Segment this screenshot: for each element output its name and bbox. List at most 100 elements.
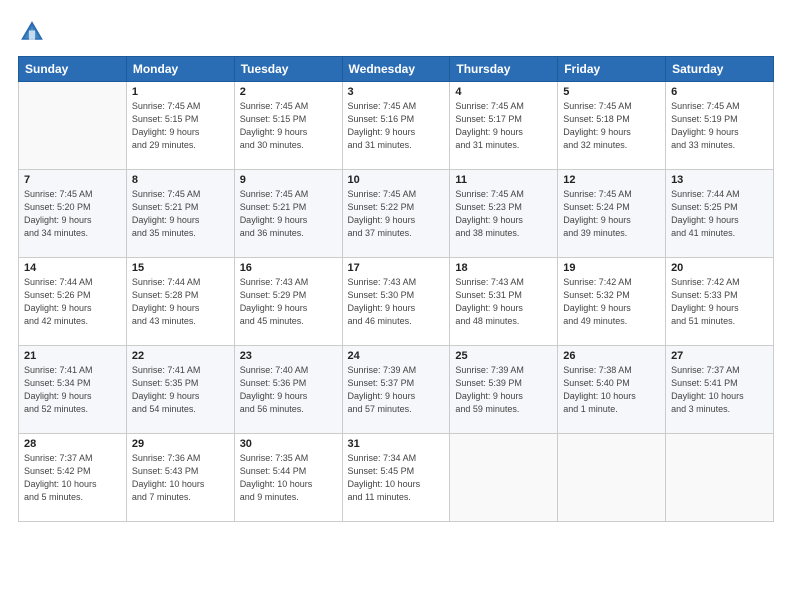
day-number: 16 [240, 262, 337, 274]
day-info: Sunrise: 7:43 AM Sunset: 5:29 PM Dayligh… [240, 276, 337, 328]
calendar-cell: 3Sunrise: 7:45 AM Sunset: 5:16 PM Daylig… [342, 82, 450, 170]
week-row-4: 28 Sunrise: 7:37 AM Sunset: 5:42 PM Dayli… [19, 434, 774, 522]
calendar-cell: 23 Sunrise: 7:40 AM Sunset: 5:36 PM Dayli… [234, 346, 342, 434]
calendar-cell [19, 82, 127, 170]
day-info: Sunrise: 7:43 AM Sunset: 5:30 PM Dayligh… [348, 276, 445, 328]
day-number: 7 [24, 174, 121, 186]
day-number: 31 [348, 438, 445, 450]
day-number: 19 [563, 262, 660, 274]
calendar-cell [666, 434, 774, 522]
day-info: Sunrise: 7:35 AM Sunset: 5:44 PM Dayligh… [240, 452, 337, 504]
day-number: 13 [671, 174, 768, 186]
day-number: 29 [132, 438, 229, 450]
day-info: Sunrise: 7:38 AM Sunset: 5:40 PM Dayligh… [563, 364, 660, 416]
day-info: Sunrise: 7:45 AM Sunset: 5:17 PM Dayligh… [455, 100, 552, 152]
calendar-cell: 26 Sunrise: 7:38 AM Sunset: 5:40 PM Dayli… [558, 346, 666, 434]
calendar-table: SundayMondayTuesdayWednesdayThursdayFrid… [18, 56, 774, 522]
weekday-header-tuesday: Tuesday [234, 57, 342, 82]
day-info: Sunrise: 7:43 AM Sunset: 5:31 PM Dayligh… [455, 276, 552, 328]
day-info: Sunrise: 7:45 AM Sunset: 5:18 PM Dayligh… [563, 100, 660, 152]
weekday-header-monday: Monday [126, 57, 234, 82]
day-info: Sunrise: 7:45 AM Sunset: 5:19 PM Dayligh… [671, 100, 768, 152]
day-info: Sunrise: 7:44 AM Sunset: 5:25 PM Dayligh… [671, 188, 768, 240]
day-number: 20 [671, 262, 768, 274]
calendar-cell: 30Sunrise: 7:35 AM Sunset: 5:44 PM Dayli… [234, 434, 342, 522]
day-number: 23 [240, 350, 337, 362]
day-number: 4 [455, 86, 552, 98]
day-info: Sunrise: 7:45 AM Sunset: 5:20 PM Dayligh… [24, 188, 121, 240]
day-number: 14 [24, 262, 121, 274]
week-row-0: 1 Sunrise: 7:45 AM Sunset: 5:15 PM Daylig… [19, 82, 774, 170]
day-info: Sunrise: 7:45 AM Sunset: 5:21 PM Dayligh… [240, 188, 337, 240]
day-number: 2 [240, 86, 337, 98]
day-info: Sunrise: 7:37 AM Sunset: 5:42 PM Dayligh… [24, 452, 121, 504]
day-number: 6 [671, 86, 768, 98]
day-info: Sunrise: 7:40 AM Sunset: 5:36 PM Dayligh… [240, 364, 337, 416]
day-info: Sunrise: 7:41 AM Sunset: 5:35 PM Dayligh… [132, 364, 229, 416]
day-info: Sunrise: 7:44 AM Sunset: 5:28 PM Dayligh… [132, 276, 229, 328]
day-info: Sunrise: 7:45 AM Sunset: 5:16 PM Dayligh… [348, 100, 445, 152]
day-info: Sunrise: 7:45 AM Sunset: 5:24 PM Dayligh… [563, 188, 660, 240]
calendar-cell: 18 Sunrise: 7:43 AM Sunset: 5:31 PM Dayli… [450, 258, 558, 346]
calendar-cell: 7 Sunrise: 7:45 AM Sunset: 5:20 PM Daylig… [19, 170, 127, 258]
day-info: Sunrise: 7:45 AM Sunset: 5:15 PM Dayligh… [240, 100, 337, 152]
logo-icon [18, 18, 46, 46]
weekday-header-saturday: Saturday [666, 57, 774, 82]
calendar-cell: 24Sunrise: 7:39 AM Sunset: 5:37 PM Dayli… [342, 346, 450, 434]
day-number: 8 [132, 174, 229, 186]
calendar-cell: 14 Sunrise: 7:44 AM Sunset: 5:26 PM Dayli… [19, 258, 127, 346]
weekday-header-row: SundayMondayTuesdayWednesdayThursdayFrid… [19, 57, 774, 82]
day-info: Sunrise: 7:45 AM Sunset: 5:23 PM Dayligh… [455, 188, 552, 240]
header [18, 18, 774, 46]
day-info: Sunrise: 7:41 AM Sunset: 5:34 PM Dayligh… [24, 364, 121, 416]
weekday-header-wednesday: Wednesday [342, 57, 450, 82]
logo [18, 18, 50, 46]
calendar-cell: 28 Sunrise: 7:37 AM Sunset: 5:42 PM Dayli… [19, 434, 127, 522]
day-info: Sunrise: 7:42 AM Sunset: 5:32 PM Dayligh… [563, 276, 660, 328]
day-number: 1 [132, 86, 229, 98]
day-number: 26 [563, 350, 660, 362]
calendar-cell: 4 Sunrise: 7:45 AM Sunset: 5:17 PM Daylig… [450, 82, 558, 170]
day-number: 25 [455, 350, 552, 362]
week-row-1: 7 Sunrise: 7:45 AM Sunset: 5:20 PM Daylig… [19, 170, 774, 258]
calendar-cell [558, 434, 666, 522]
week-row-3: 21 Sunrise: 7:41 AM Sunset: 5:34 PM Dayli… [19, 346, 774, 434]
weekday-header-sunday: Sunday [19, 57, 127, 82]
calendar-cell: 21 Sunrise: 7:41 AM Sunset: 5:34 PM Dayli… [19, 346, 127, 434]
day-number: 12 [563, 174, 660, 186]
calendar-cell: 11 Sunrise: 7:45 AM Sunset: 5:23 PM Dayli… [450, 170, 558, 258]
day-number: 5 [563, 86, 660, 98]
calendar-cell: 10Sunrise: 7:45 AM Sunset: 5:22 PM Dayli… [342, 170, 450, 258]
day-number: 27 [671, 350, 768, 362]
day-number: 21 [24, 350, 121, 362]
calendar-cell: 27 Sunrise: 7:37 AM Sunset: 5:41 PM Dayli… [666, 346, 774, 434]
calendar-cell: 2 Sunrise: 7:45 AM Sunset: 5:15 PM Daylig… [234, 82, 342, 170]
day-number: 22 [132, 350, 229, 362]
calendar-cell: 16 Sunrise: 7:43 AM Sunset: 5:29 PM Dayli… [234, 258, 342, 346]
day-info: Sunrise: 7:45 AM Sunset: 5:22 PM Dayligh… [348, 188, 445, 240]
calendar-cell: 12 Sunrise: 7:45 AM Sunset: 5:24 PM Dayli… [558, 170, 666, 258]
day-number: 18 [455, 262, 552, 274]
calendar-cell: 29Sunrise: 7:36 AM Sunset: 5:43 PM Dayli… [126, 434, 234, 522]
day-info: Sunrise: 7:44 AM Sunset: 5:26 PM Dayligh… [24, 276, 121, 328]
day-info: Sunrise: 7:34 AM Sunset: 5:45 PM Dayligh… [348, 452, 445, 504]
day-info: Sunrise: 7:45 AM Sunset: 5:15 PM Dayligh… [132, 100, 229, 152]
calendar-cell: 1 Sunrise: 7:45 AM Sunset: 5:15 PM Daylig… [126, 82, 234, 170]
calendar-cell: 25 Sunrise: 7:39 AM Sunset: 5:39 PM Dayli… [450, 346, 558, 434]
day-number: 15 [132, 262, 229, 274]
day-info: Sunrise: 7:37 AM Sunset: 5:41 PM Dayligh… [671, 364, 768, 416]
calendar-cell: 9Sunrise: 7:45 AM Sunset: 5:21 PM Daylig… [234, 170, 342, 258]
calendar-cell: 22 Sunrise: 7:41 AM Sunset: 5:35 PM Dayli… [126, 346, 234, 434]
week-row-2: 14 Sunrise: 7:44 AM Sunset: 5:26 PM Dayli… [19, 258, 774, 346]
calendar-cell: 19 Sunrise: 7:42 AM Sunset: 5:32 PM Dayli… [558, 258, 666, 346]
calendar-cell: 15 Sunrise: 7:44 AM Sunset: 5:28 PM Dayli… [126, 258, 234, 346]
day-number: 11 [455, 174, 552, 186]
day-number: 17 [348, 262, 445, 274]
day-info: Sunrise: 7:45 AM Sunset: 5:21 PM Dayligh… [132, 188, 229, 240]
day-number: 24 [348, 350, 445, 362]
day-info: Sunrise: 7:39 AM Sunset: 5:39 PM Dayligh… [455, 364, 552, 416]
calendar-cell: 8 Sunrise: 7:45 AM Sunset: 5:21 PM Daylig… [126, 170, 234, 258]
calendar-cell: 13 Sunrise: 7:44 AM Sunset: 5:25 PM Dayli… [666, 170, 774, 258]
day-number: 28 [24, 438, 121, 450]
weekday-header-friday: Friday [558, 57, 666, 82]
